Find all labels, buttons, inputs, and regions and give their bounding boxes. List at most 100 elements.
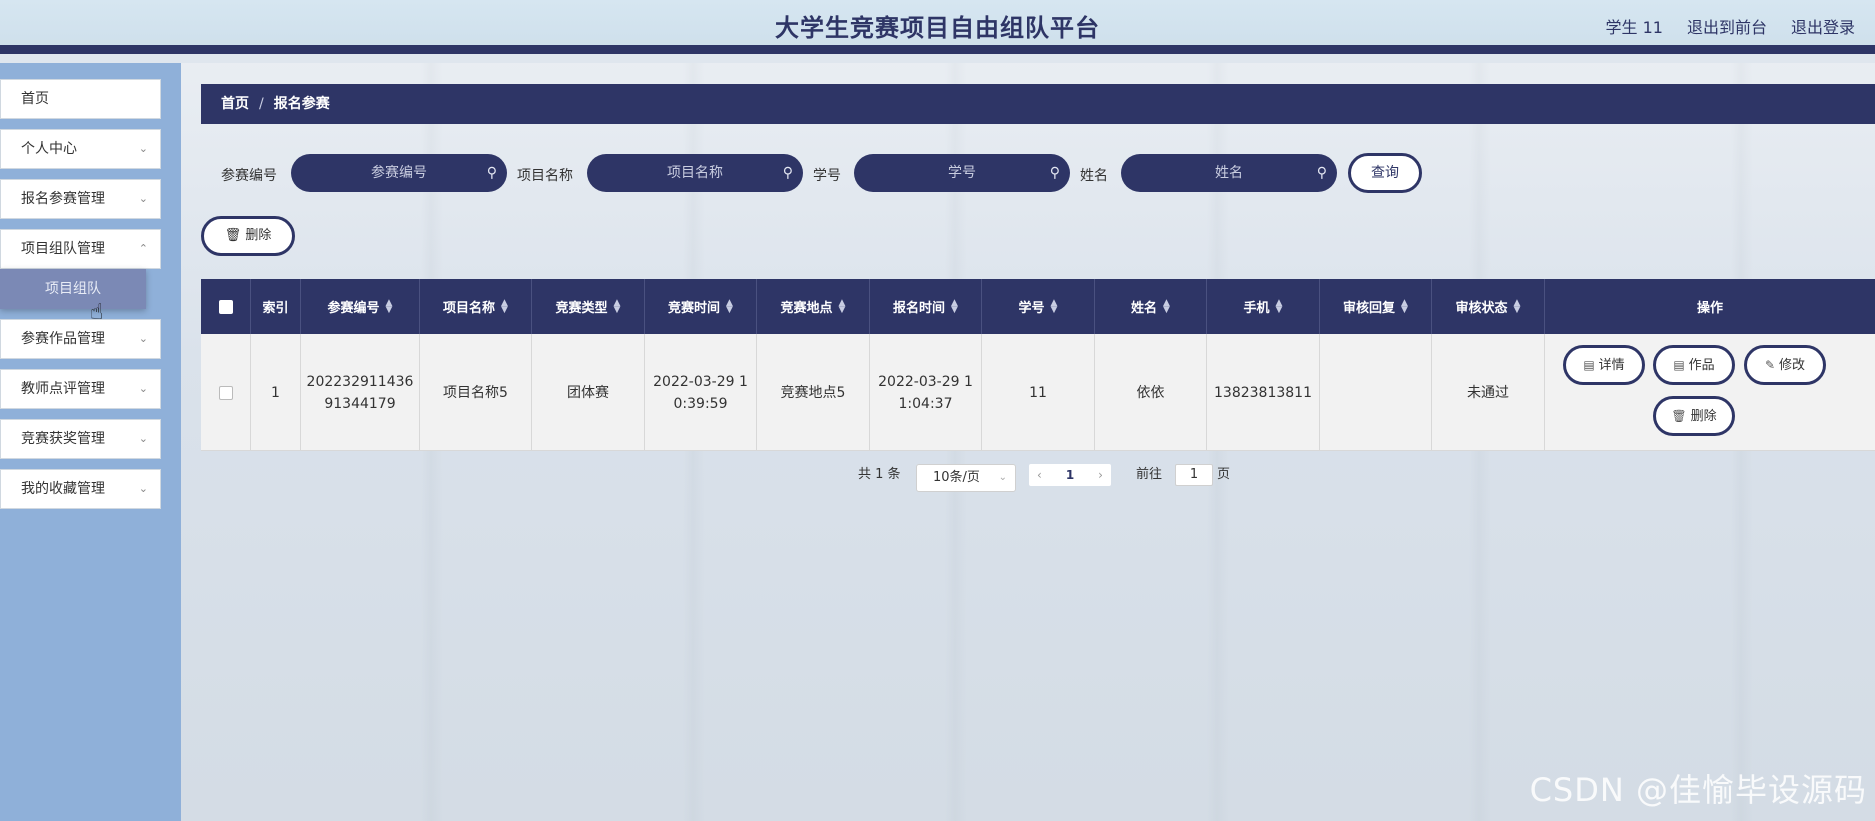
current-page[interactable]: 1: [1066, 468, 1074, 482]
sidebar-item-label: 参赛作品管理: [21, 331, 105, 347]
sidebar-item-personal-center[interactable]: 个人中心 ⌄: [0, 129, 161, 169]
name-label: 姓名: [1080, 168, 1108, 184]
sort-icon: ▲ ▼: [501, 297, 508, 315]
cell-signup: 2022-03-29 11:04:37: [870, 334, 982, 451]
header-actions: 学生 11 退出到前台 退出登录: [1606, 14, 1855, 38]
trash-icon: 🗑: [224, 228, 242, 243]
code-label: 参赛编号: [221, 168, 277, 184]
project-label: 项目名称: [517, 168, 573, 184]
cell-time: 2022-03-29 10:39:59: [645, 334, 757, 451]
col-ops: 操作: [1696, 301, 1723, 316]
batch-delete-label: 删除: [245, 228, 272, 243]
logout-link[interactable]: 退出登录: [1791, 14, 1855, 38]
sort-icon: ▲ ▼: [1275, 297, 1283, 315]
row-checkbox[interactable]: [201, 334, 251, 451]
student-no-input[interactable]: [854, 154, 1070, 192]
table-row: 1 20223291143691344179 项目名称5 团体赛 2022-03…: [201, 334, 1875, 451]
search-icon: ⚲: [486, 165, 497, 181]
select-all-checkbox[interactable]: [201, 279, 251, 334]
name-input[interactable]: [1121, 154, 1337, 192]
back-to-front-link[interactable]: 退出到前台: [1687, 14, 1767, 38]
sidebar-item-home[interactable]: 首页: [0, 79, 161, 119]
sidebar-item-label: 教师点评管理: [21, 381, 105, 397]
col-project[interactable]: 项目名称 ▲ ▼: [420, 279, 532, 334]
cell-status: 未通过: [1432, 334, 1545, 451]
user-label: 学生 11: [1605, 18, 1663, 37]
sidebar-item-label: 竞赛获奖管理: [21, 431, 105, 447]
col-time[interactable]: 竞赛时间 ▲ ▼: [645, 279, 757, 334]
detail-button[interactable]: ▤ 详情: [1563, 345, 1645, 385]
code-input[interactable]: [291, 154, 507, 192]
sidebar-item-awards[interactable]: 竞赛获奖管理 ⌄: [0, 419, 161, 459]
sidebar-item-team-management[interactable]: 项目组队管理 ⌃: [0, 229, 161, 269]
query-button[interactable]: 查询: [1348, 153, 1422, 193]
goto-page-input[interactable]: 1: [1175, 464, 1213, 486]
name-search-input[interactable]: ⚲: [1121, 154, 1337, 192]
sidebar-item-label: 个人中心: [21, 141, 77, 157]
works-button[interactable]: ▤ 作品: [1653, 345, 1735, 385]
code-search-input[interactable]: ⚲: [291, 154, 507, 192]
chevron-down-icon: ⌄: [138, 432, 148, 445]
col-index: 索引: [251, 279, 301, 334]
sort-icon: ▲ ▼: [1513, 297, 1521, 315]
col-signup[interactable]: 报名时间 ▲ ▼: [870, 279, 982, 334]
goto-prefix: 前往: [1136, 467, 1163, 482]
col-phone[interactable]: 手机 ▲ ▼: [1207, 279, 1320, 334]
col-type[interactable]: 竞赛类型 ▲ ▼: [532, 279, 645, 334]
sort-icon: ▲ ▼: [726, 297, 733, 315]
breadcrumb: 首页 / 报名参赛: [201, 84, 1875, 124]
sidebar-item-label: 我的收藏管理: [21, 481, 105, 497]
search-icon: ⚲: [782, 165, 793, 181]
pagination-nav: ‹ 1 ›: [1029, 464, 1111, 486]
delete-button[interactable]: 🗑 删除: [1653, 396, 1735, 436]
col-code[interactable]: 参赛编号 ▲ ▼: [301, 279, 420, 334]
col-status[interactable]: 审核状态 ▲ ▼: [1432, 279, 1545, 334]
cell-place: 竞赛地点5: [757, 334, 870, 451]
sort-icon: ▲ ▼: [1050, 297, 1058, 315]
hand-cursor-icon: ☝: [90, 300, 104, 325]
sidebar-item-favorites[interactable]: 我的收藏管理 ⌄: [0, 469, 161, 509]
col-reply[interactable]: 审核回复 ▲ ▼: [1320, 279, 1432, 334]
student-no-label: 学号: [813, 168, 841, 184]
sidebar-item-signup-management[interactable]: 报名参赛管理 ⌄: [0, 179, 161, 219]
sort-icon: ▲ ▼: [613, 297, 621, 315]
cell-type: 团体赛: [532, 334, 645, 451]
breadcrumb-separator: /: [259, 96, 264, 112]
document-icon: ▤: [1583, 358, 1595, 372]
trash-icon: 🗑: [1671, 409, 1687, 423]
document-icon: ▤: [1673, 358, 1685, 372]
next-page-icon[interactable]: ›: [1098, 468, 1103, 482]
student-no-search-input[interactable]: ⚲: [854, 154, 1070, 192]
chevron-down-icon: ⌄: [138, 382, 148, 395]
cell-code: 20223291143691344179: [301, 334, 420, 451]
search-icon: ⚲: [1049, 165, 1060, 181]
chevron-down-icon: ⌄: [998, 472, 1007, 483]
sidebar-item-works-management[interactable]: 参赛作品管理 ⌄: [0, 319, 161, 359]
batch-delete-button[interactable]: 🗑 删除: [201, 216, 295, 256]
pagination-total: 共 1 条: [858, 467, 901, 482]
col-place[interactable]: 竞赛地点 ▲ ▼: [757, 279, 870, 334]
sort-icon: ▲ ▼: [838, 297, 846, 315]
page-size-select[interactable]: 10条/页 ⌄: [916, 464, 1016, 492]
breadcrumb-home[interactable]: 首页: [221, 96, 249, 112]
app-title: 大学生竞赛项目自由组队平台: [775, 14, 1100, 42]
edit-button[interactable]: ✎ 修改: [1744, 345, 1826, 385]
col-name[interactable]: 姓名 ▲ ▼: [1095, 279, 1207, 334]
prev-page-icon[interactable]: ‹: [1037, 468, 1042, 482]
cell-index: 1: [251, 334, 301, 451]
project-input[interactable]: [587, 154, 803, 192]
main-content: 首页/报名参赛 参赛编号 ⚲ 项目名称 ⚲ 学号 ⚲ 姓名 ⚲ 查询 🗑 删除 …: [181, 63, 1875, 821]
chevron-down-icon: ⌄: [138, 142, 148, 155]
top-header: 大学生竞赛项目自由组队平台 学生 11 退出到前台 退出登录: [0, 0, 1875, 54]
chevron-down-icon: ⌄: [138, 332, 148, 345]
sort-icon: ▲ ▼: [1401, 297, 1408, 315]
cell-reply: [1320, 334, 1432, 451]
watermark: CSDN @佳愉毕设源码: [1529, 771, 1867, 809]
chevron-up-icon: ⌃: [138, 242, 148, 255]
sidebar-subitem-team[interactable]: 项目组队: [0, 269, 146, 309]
sidebar-item-teacher-review[interactable]: 教师点评管理 ⌄: [0, 369, 161, 409]
col-student-no[interactable]: 学号 ▲ ▼: [982, 279, 1095, 334]
project-search-input[interactable]: ⚲: [587, 154, 803, 192]
page-size-value: 10条/页: [933, 470, 980, 485]
pencil-icon: ✎: [1764, 358, 1776, 372]
